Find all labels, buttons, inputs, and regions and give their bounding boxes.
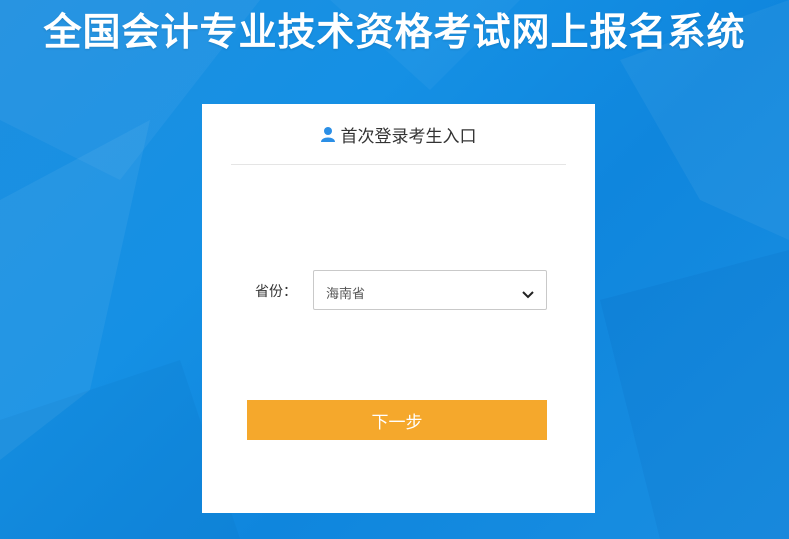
province-select-value: 海南省 bbox=[326, 287, 366, 302]
province-select[interactable]: 海南省 bbox=[313, 270, 547, 310]
card-heading: 首次登录考生入口 bbox=[340, 126, 477, 147]
province-row: 省份： 海南省 bbox=[202, 270, 595, 310]
card-header: 首次登录考生入口 bbox=[231, 104, 566, 165]
page-title: 全国会计专业技术资格考试网上报名系统 bbox=[43, 10, 746, 54]
next-step-button[interactable]: 下一步 bbox=[247, 400, 547, 440]
user-icon bbox=[320, 126, 335, 142]
login-card: 首次登录考生入口 省份： 海南省 下一步 bbox=[202, 104, 595, 513]
province-label: 省份： bbox=[255, 284, 297, 300]
chevron-down-icon bbox=[522, 285, 534, 299]
